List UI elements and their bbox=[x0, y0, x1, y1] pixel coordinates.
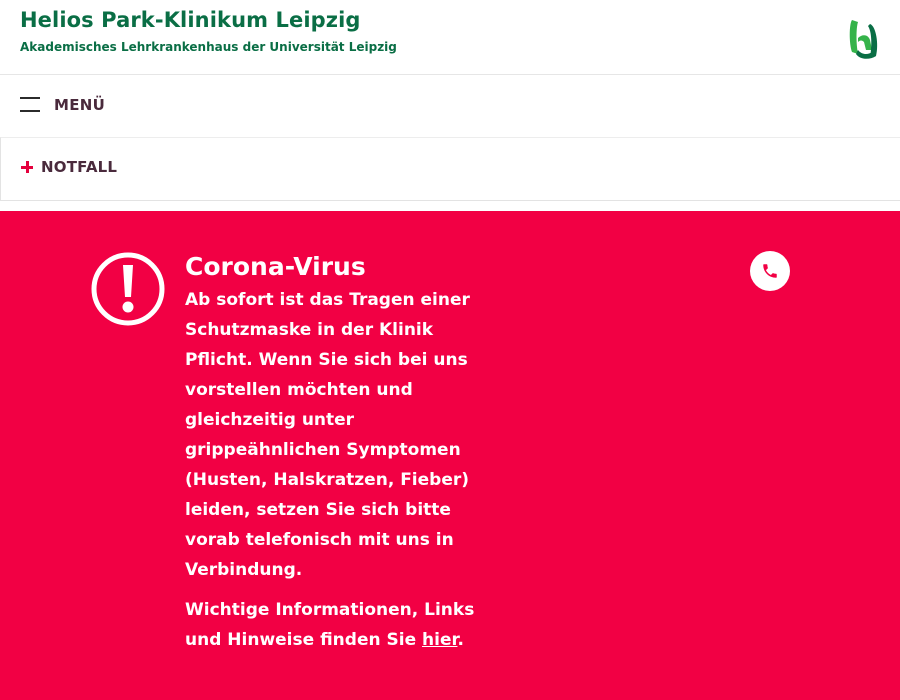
site-subtitle: Akademisches Lehrkrankenhaus der Univers… bbox=[20, 40, 397, 54]
site-title[interactable]: Helios Park-Klinikum Leipzig bbox=[20, 8, 361, 32]
phone-icon bbox=[763, 264, 777, 278]
corona-alert-banner: Corona-Virus Ab sofort ist das Tragen ei… bbox=[0, 211, 900, 700]
alert-info-suffix: . bbox=[457, 630, 464, 650]
exclamation-circle-icon bbox=[90, 251, 166, 327]
emergency-button[interactable]: NOTFALL bbox=[0, 137, 900, 201]
alert-title: Corona-Virus bbox=[185, 252, 366, 281]
alert-info: Wichtige Informationen, Links und Hinwei… bbox=[185, 595, 500, 655]
info-link[interactable]: hier bbox=[422, 630, 457, 650]
menu-button[interactable]: MENÜ bbox=[54, 96, 105, 114]
emergency-label: NOTFALL bbox=[41, 158, 118, 176]
menu-bar: MENÜ bbox=[0, 76, 900, 136]
alert-message: Ab sofort ist das Tragen einer Schutzmas… bbox=[185, 290, 470, 580]
plus-icon bbox=[21, 161, 33, 173]
site-header: Helios Park-Klinikum Leipzig Akademische… bbox=[0, 0, 900, 75]
hamburger-icon[interactable] bbox=[20, 97, 42, 113]
phone-button[interactable] bbox=[750, 251, 790, 291]
alert-content: Corona-Virus Ab sofort ist das Tragen ei… bbox=[185, 249, 500, 665]
helios-logo-icon[interactable] bbox=[846, 14, 882, 62]
